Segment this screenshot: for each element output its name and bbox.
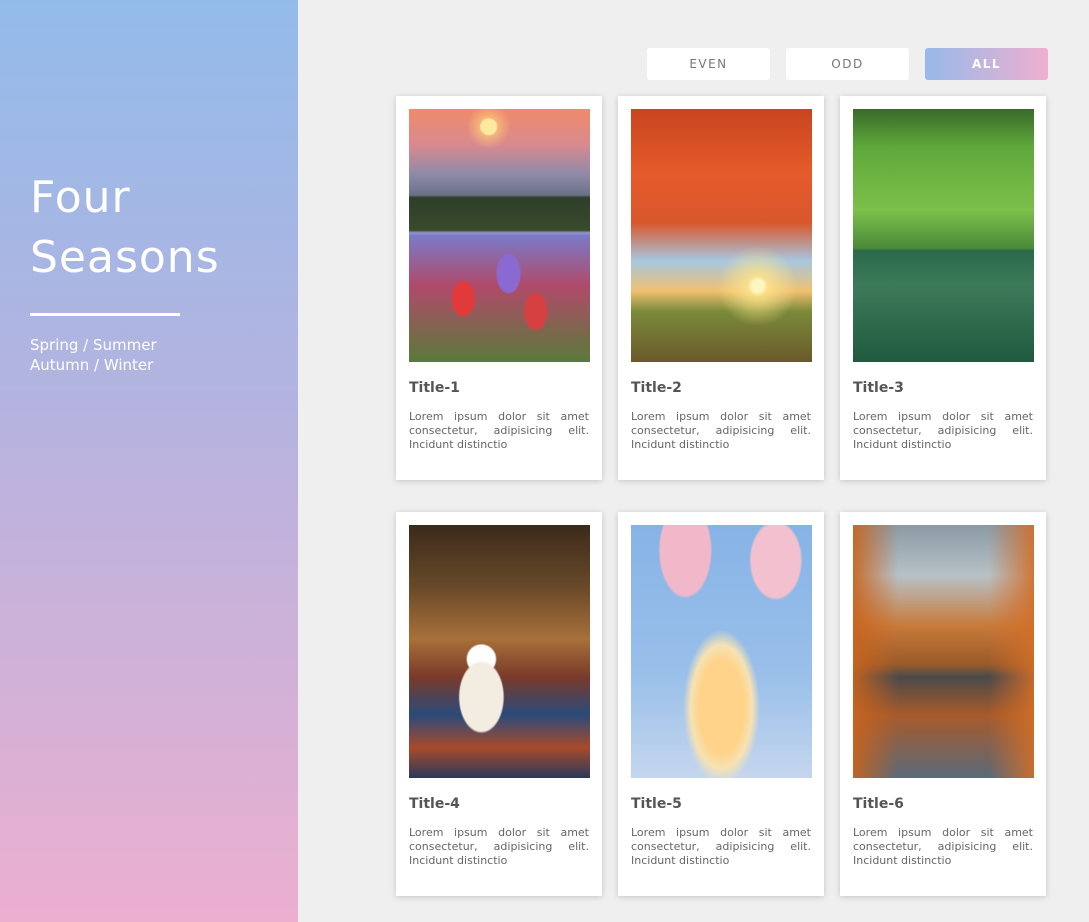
subtitle-line-1: Spring / Summer	[30, 336, 157, 354]
card-text: Lorem ipsum dolor sit amet consectetur, …	[853, 826, 1033, 867]
filter-bar: EVEN ODD ALL	[647, 48, 1048, 80]
card-image	[631, 109, 812, 362]
card-4[interactable]: Title-4 Lorem ipsum dolor sit amet conse…	[396, 512, 602, 896]
card-3[interactable]: Title-3 Lorem ipsum dolor sit amet conse…	[840, 96, 1046, 480]
card-text: Lorem ipsum dolor sit amet consectetur, …	[631, 410, 811, 451]
card-2[interactable]: Title-2 Lorem ipsum dolor sit amet conse…	[618, 96, 824, 480]
card-title: Title-2	[631, 380, 682, 396]
filter-odd-button[interactable]: ODD	[786, 48, 909, 80]
card-image	[853, 525, 1034, 778]
page-title: Four Seasons	[30, 172, 220, 283]
card-1[interactable]: Title-1 Lorem ipsum dolor sit amet conse…	[396, 96, 602, 480]
card-text: Lorem ipsum dolor sit amet consectetur, …	[409, 410, 589, 451]
card-image	[853, 109, 1034, 362]
card-text: Lorem ipsum dolor sit amet consectetur, …	[853, 410, 1033, 451]
filter-all-button[interactable]: ALL	[925, 48, 1048, 80]
card-image	[409, 109, 590, 362]
card-title: Title-3	[853, 380, 904, 396]
title-divider	[30, 313, 180, 316]
card-image	[409, 525, 590, 778]
card-title: Title-4	[409, 796, 460, 812]
sidebar: Four Seasons Spring / Summer Autumn / Wi…	[0, 0, 298, 922]
card-grid: Title-1 Lorem ipsum dolor sit amet conse…	[396, 96, 1046, 896]
card-text: Lorem ipsum dolor sit amet consectetur, …	[631, 826, 811, 867]
subtitle-line-2: Autumn / Winter	[30, 356, 154, 374]
card-6[interactable]: Title-6 Lorem ipsum dolor sit amet conse…	[840, 512, 1046, 896]
card-image	[631, 525, 812, 778]
filter-even-button[interactable]: EVEN	[647, 48, 770, 80]
card-title: Title-5	[631, 796, 682, 812]
subtitle: Spring / Summer Autumn / Winter	[30, 335, 280, 375]
card-5[interactable]: Title-5 Lorem ipsum dolor sit amet conse…	[618, 512, 824, 896]
card-title: Title-6	[853, 796, 904, 812]
card-text: Lorem ipsum dolor sit amet consectetur, …	[409, 826, 589, 867]
card-title: Title-1	[409, 380, 460, 396]
